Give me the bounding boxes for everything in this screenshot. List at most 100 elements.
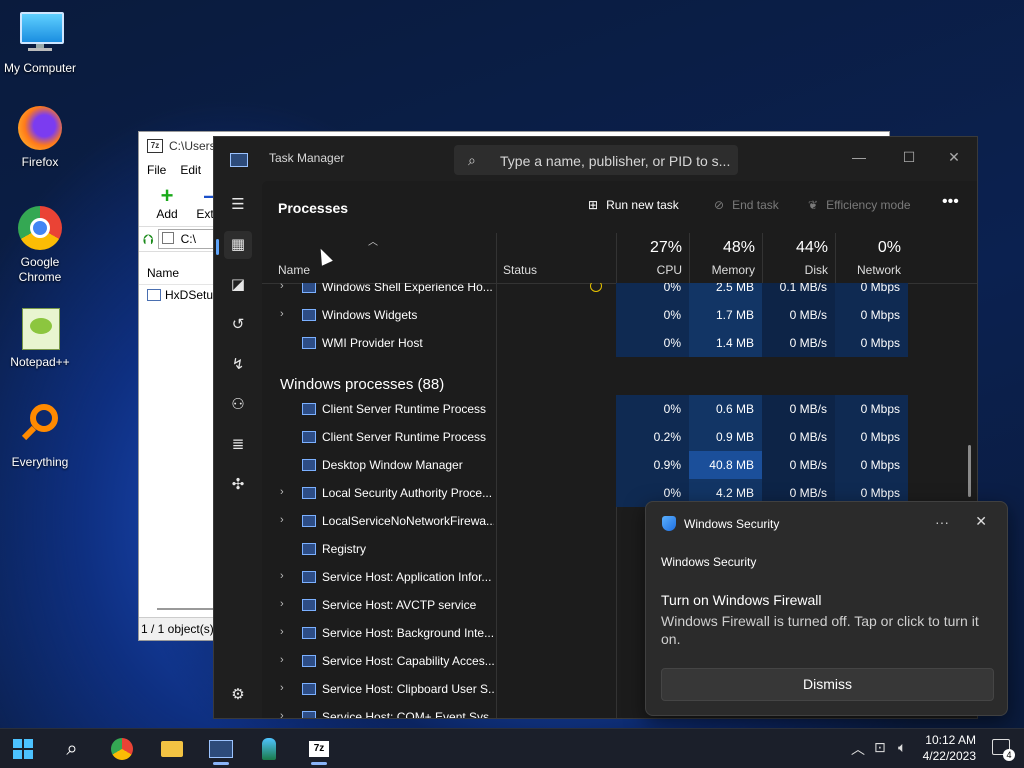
nav-services-icon[interactable]: ✣ [224, 471, 252, 499]
process-icon [302, 487, 316, 499]
table-row[interactable]: WMI Provider Host 0% 1.4 MB 0 MB/s 0 Mbps [262, 329, 977, 357]
file-icon [147, 289, 161, 301]
chevron-right-icon[interactable]: › [280, 514, 284, 526]
search-taskbar-icon[interactable]: ⌕ [52, 733, 92, 765]
toast-more-icon[interactable]: ··· [935, 514, 949, 530]
cell-mem: 1.4 MB [689, 329, 762, 357]
chevron-right-icon[interactable]: › [280, 626, 284, 638]
chrome-taskbar-icon[interactable] [102, 733, 142, 765]
date: 4/22/2023 [922, 749, 976, 763]
maximize-button[interactable]: ☐ [886, 143, 932, 171]
vertical-scrollbar[interactable] [968, 445, 971, 497]
up-folder-icon[interactable]: ⮉ [143, 231, 154, 248]
desktop-icon-chrome[interactable]: Google Chrome [0, 204, 80, 285]
cell-disk: 0.1 MB/s [762, 283, 835, 301]
minimize-button[interactable]: — [836, 143, 882, 171]
chevron-right-icon[interactable]: › [280, 682, 284, 694]
toast-body[interactable]: Windows Firewall is turned off. Tap or c… [661, 612, 991, 648]
chevron-right-icon[interactable]: › [280, 283, 284, 292]
table-row[interactable]: Desktop Window Manager 0.9% 40.8 MB 0 MB/s 0… [262, 451, 977, 479]
cell-cpu: 0.9% [616, 451, 689, 479]
table-row[interactable]: › Windows Shell Experience Ho... 0% 2.5 MB 0… [262, 283, 977, 301]
menu-edit[interactable]: Edit [180, 163, 201, 177]
cell-disk: 0 MB/s [762, 423, 835, 451]
end-task-button[interactable]: ⊘ End task [714, 198, 779, 212]
table-row[interactable]: Client Server Runtime Process 0% 0.6 MB 0 M… [262, 395, 977, 423]
dismiss-button[interactable]: Dismiss [661, 668, 994, 701]
process-icon [302, 459, 316, 471]
notification-toast[interactable]: Windows Security ··· ✕ Windows Security … [645, 501, 1008, 716]
desktop-icon-firefox[interactable]: Firefox [0, 104, 80, 170]
cell-mem: 2.5 MB [689, 283, 762, 301]
process-name: Client Server Runtime Process [322, 430, 487, 444]
desktop-icon-everything[interactable]: Everything [0, 404, 80, 470]
app-taskbar-icon[interactable] [249, 733, 289, 765]
chevron-right-icon[interactable]: › [280, 598, 284, 610]
cell-net: 0 Mbps [835, 395, 908, 423]
process-name: Service Host: Background Inte... [322, 626, 494, 640]
add-label: Add [156, 207, 178, 221]
hamburger-menu-icon[interactable]: ☰ [224, 191, 252, 219]
task-manager-taskbar-icon[interactable] [201, 733, 241, 765]
chevron-right-icon[interactable]: › [280, 486, 284, 498]
desktop-icon-notepadpp[interactable]: Notepad++ [0, 304, 80, 370]
cell-net: 0 Mbps [835, 451, 908, 479]
table-row[interactable]: Client Server Runtime Process 0.2% 0.9 MB 0… [262, 423, 977, 451]
nav-processes-icon[interactable]: ▦ [224, 231, 252, 259]
nav-details-icon[interactable]: ≣ [224, 431, 252, 459]
disk-label: Disk [804, 263, 828, 277]
desktop-icon-label: My Computer [3, 61, 77, 75]
close-button[interactable]: ✕ [931, 143, 977, 171]
chevron-up-icon[interactable]: ︿ [851, 739, 865, 759]
column-name[interactable]: Name [278, 263, 310, 277]
search-input[interactable] [498, 149, 734, 173]
task-manager-titlebar[interactable]: Task Manager ⌕ — ☐ ✕ [214, 137, 977, 181]
desktop-icon-my-computer[interactable]: My Computer [0, 10, 80, 76]
file-explorer-taskbar-icon[interactable] [152, 733, 192, 765]
process-icon [302, 283, 316, 293]
column-cpu[interactable]: 27% CPU [616, 233, 690, 283]
cell-cpu: 0% [616, 329, 689, 357]
nav-users-icon[interactable]: ⚇ [224, 391, 252, 419]
network-label: Network [856, 263, 901, 277]
column-network[interactable]: 0% Network [835, 233, 909, 283]
chevron-right-icon[interactable]: › [280, 654, 284, 666]
shield-icon [662, 516, 676, 531]
more-options-icon[interactable]: ••• [942, 193, 959, 211]
horizontal-scrollbar[interactable] [157, 608, 213, 610]
chevron-right-icon[interactable]: › [280, 570, 284, 582]
cell-mem: 40.8 MB [689, 451, 762, 479]
chrome-icon [16, 204, 64, 252]
network-icon[interactable]: ⊡ [874, 739, 886, 756]
nav-performance-icon[interactable]: ◪ [224, 271, 252, 299]
toast-close-icon[interactable]: ✕ [975, 513, 987, 530]
group-header[interactable]: Windows processes (88) [280, 376, 444, 393]
chevron-right-icon[interactable]: › [280, 710, 284, 718]
volume-icon[interactable]: 🔈︎ [898, 739, 906, 756]
run-task-icon: ⊞ [588, 198, 599, 212]
toast-header: Windows Security [662, 516, 779, 531]
settings-gear-icon[interactable]: ⚙ [224, 681, 252, 709]
toast-app-name: Windows Security [661, 555, 757, 569]
sevenzip-title: C:\Users [169, 139, 216, 153]
sevenzip-taskbar-icon[interactable]: 7z [299, 733, 339, 765]
nav-startup-apps-icon[interactable]: ↯ [224, 351, 252, 379]
search-box[interactable]: ⌕ [454, 145, 738, 175]
start-button[interactable] [3, 733, 43, 765]
column-memory[interactable]: 48% Memory [689, 233, 763, 283]
clock[interactable]: 10:12 AM 4/22/2023 [923, 732, 976, 764]
run-new-task-button[interactable]: ⊞ Run new task [588, 198, 679, 212]
table-row[interactable]: › Windows Widgets 0% 1.7 MB 0 MB/s 0 Mbps [262, 301, 977, 329]
desktop-icon-label: Firefox [21, 155, 59, 169]
process-icon [302, 571, 316, 583]
chevron-right-icon[interactable]: › [280, 308, 284, 320]
column-disk[interactable]: 44% Disk [762, 233, 836, 283]
efficiency-mode-label: Efficiency mode [826, 198, 911, 212]
network-percent: 0% [877, 239, 901, 256]
add-button[interactable]: + Add [147, 185, 187, 222]
process-name: LocalServiceNoNetworkFirewa... [322, 514, 494, 528]
efficiency-mode-button[interactable]: ❦ Efficiency mode [808, 198, 911, 212]
nav-app-history-icon[interactable]: ↺ [224, 311, 252, 339]
menu-file[interactable]: File [147, 163, 166, 177]
column-status[interactable]: Status [496, 233, 617, 283]
